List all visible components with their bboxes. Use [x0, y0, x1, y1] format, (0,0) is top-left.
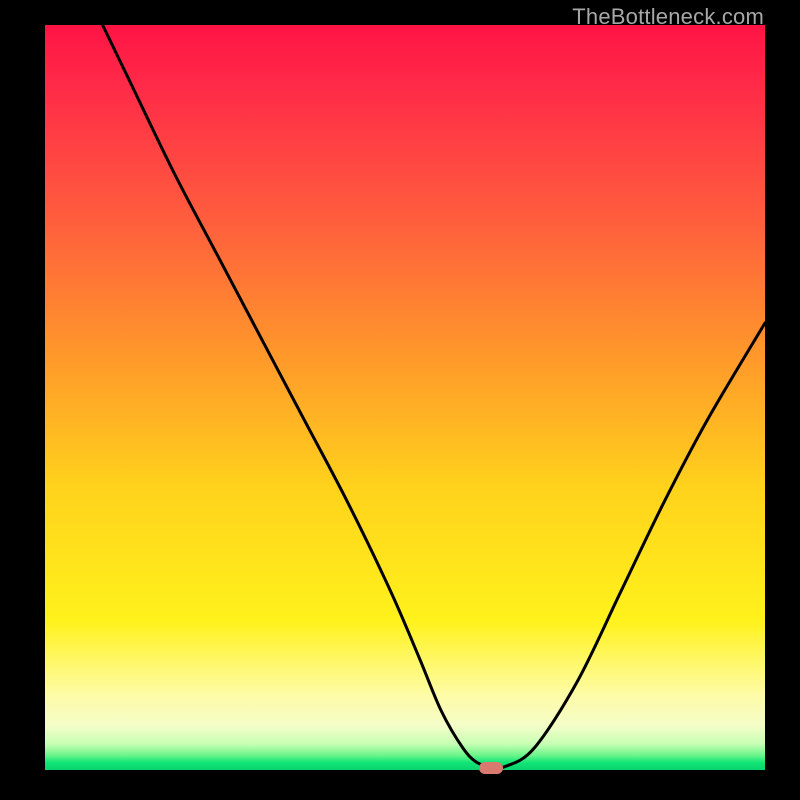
bottleneck-curve — [45, 25, 765, 770]
curve-path — [103, 25, 765, 768]
optimal-marker — [479, 762, 503, 774]
plot-area — [45, 25, 765, 770]
chart-frame: TheBottleneck.com — [0, 0, 800, 800]
